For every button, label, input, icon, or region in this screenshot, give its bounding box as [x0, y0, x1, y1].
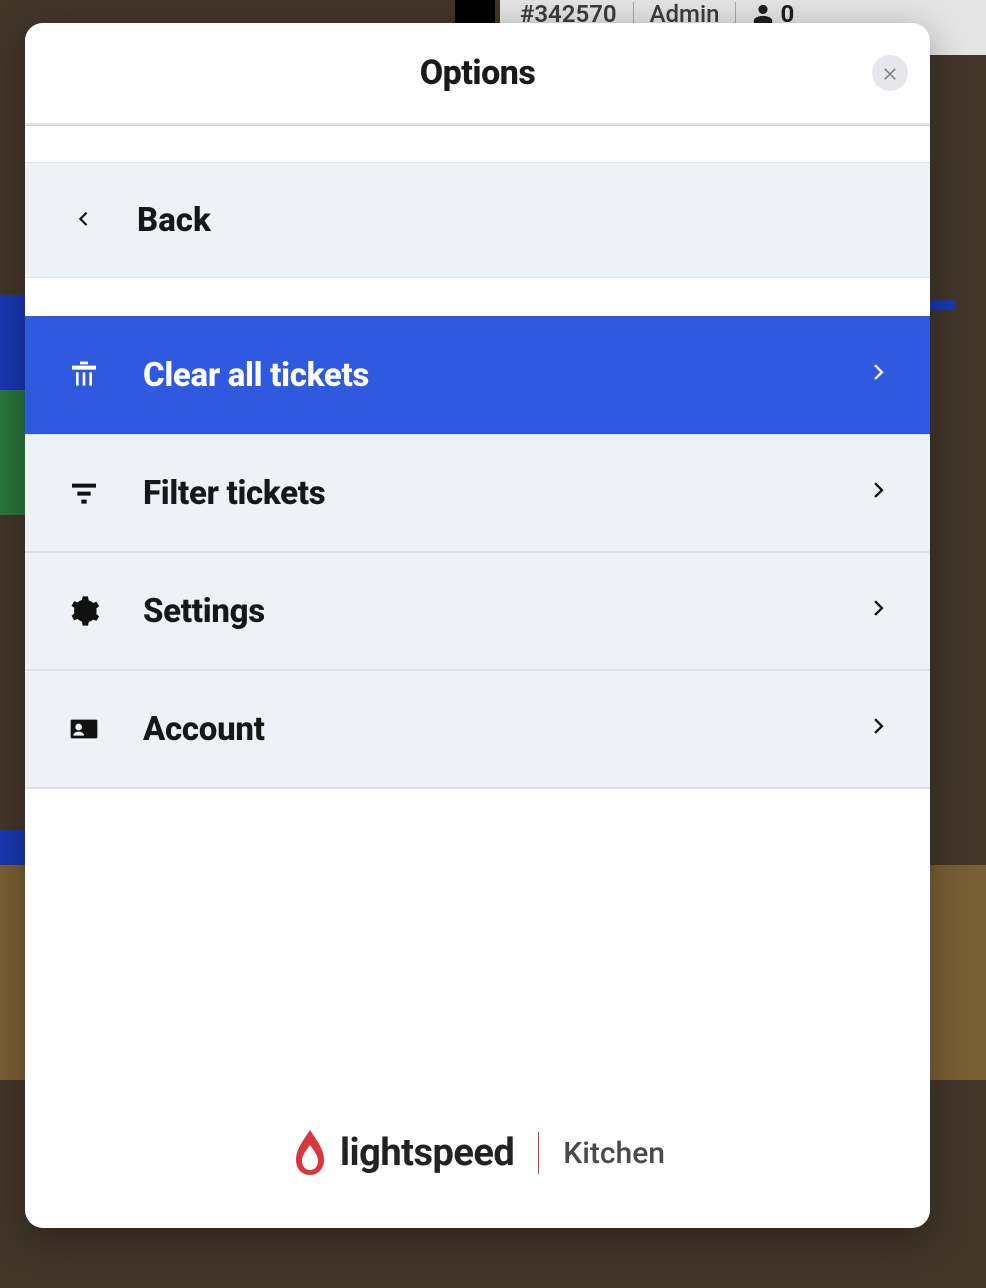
modal-header: Options [25, 23, 930, 125]
back-label: Back [137, 201, 211, 240]
option-label: Clear all tickets [143, 356, 828, 395]
option-clear-all-tickets[interactable]: Clear all tickets [25, 316, 930, 434]
chevron-left-icon [73, 202, 93, 238]
modal-title: Options [420, 53, 536, 93]
lightspeed-flame-icon [290, 1128, 330, 1178]
options-list: Clear all tickets Filter tickets Setting… [25, 316, 930, 934]
modal-footer: lightspeed Kitchen [25, 1078, 930, 1228]
close-icon [881, 64, 899, 82]
option-label: Account [143, 710, 828, 749]
gap-2 [25, 278, 930, 316]
option-account[interactable]: Account [25, 670, 930, 788]
option-filter-tickets[interactable]: Filter tickets [25, 434, 930, 552]
id-card-icon [65, 713, 103, 745]
chevron-right-icon [868, 356, 890, 394]
brand-subname: Kitchen [563, 1136, 665, 1171]
option-label: Filter tickets [143, 474, 828, 513]
lightspeed-brand: lightspeed Kitchen [290, 1128, 665, 1178]
filter-icon [65, 477, 103, 509]
trash-icon [65, 359, 103, 391]
brand-name: lightspeed [340, 1131, 514, 1175]
chevron-right-icon [868, 710, 890, 748]
options-modal: Options Back Clear all tickets [25, 23, 930, 1228]
option-label: Settings [143, 592, 828, 631]
back-button[interactable]: Back [25, 162, 930, 278]
gap-1 [25, 126, 930, 162]
brand-divider [538, 1132, 539, 1174]
gear-icon [65, 595, 103, 627]
chevron-right-icon [868, 592, 890, 630]
option-settings[interactable]: Settings [25, 552, 930, 670]
modal-spacer [25, 934, 930, 1079]
chevron-right-icon [868, 474, 890, 512]
close-button[interactable] [872, 55, 908, 91]
